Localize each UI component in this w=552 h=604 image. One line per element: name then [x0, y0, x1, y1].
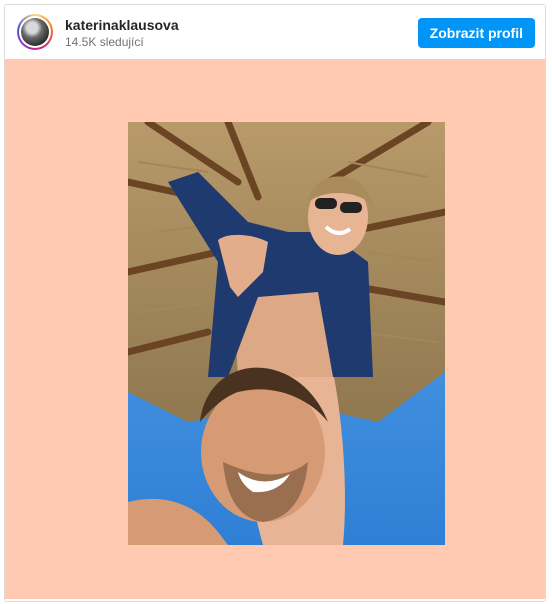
sunglasses-left — [315, 198, 337, 209]
username[interactable]: katerinaklausova — [65, 17, 179, 33]
instagram-embed: katerinaklausova 14.5K sledující Zobrazi… — [4, 4, 546, 602]
photo-illustration — [128, 122, 445, 545]
avatar-image — [21, 18, 49, 46]
avatar[interactable] — [17, 14, 53, 50]
avatar-frame — [19, 16, 51, 48]
sunglasses-right — [340, 202, 362, 213]
post-photo[interactable] — [128, 122, 445, 545]
view-profile-button[interactable]: Zobrazit profil — [417, 18, 535, 48]
follower-count: 14.5K sledující — [65, 35, 144, 49]
post-media[interactable] — [5, 59, 545, 599]
post-header: katerinaklausova 14.5K sledující Zobrazi… — [5, 5, 545, 59]
